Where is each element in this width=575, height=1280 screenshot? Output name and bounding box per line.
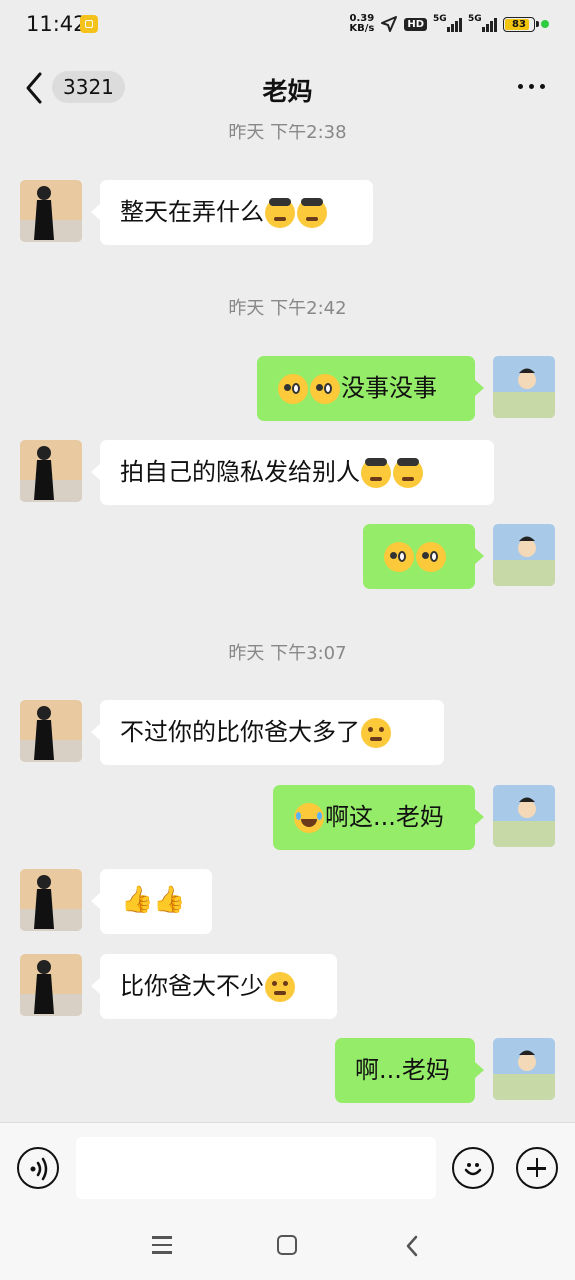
- home-square-icon[interactable]: [277, 1235, 297, 1255]
- facepalm-emoji-icon: [393, 457, 423, 488]
- avatar[interactable]: [493, 785, 555, 847]
- message-text: 不过你的比你爸大多了: [120, 718, 360, 746]
- voice-icon: [30, 1157, 48, 1181]
- shy-emoji-icon: [265, 971, 295, 1002]
- more-options-button[interactable]: [518, 84, 545, 89]
- message-text: 啊...老妈: [355, 1056, 450, 1084]
- network-speed: 0.39 KB/s: [349, 14, 374, 34]
- chat-title: 老妈: [262, 77, 313, 106]
- timestamp: 昨天 下午2:38: [228, 124, 347, 143]
- message-input[interactable]: [76, 1137, 436, 1199]
- message-list[interactable]: 昨天 下午2:38 整天在弄什么 昨天 下午2:42 没事没事 拍自己的隐私发给…: [0, 124, 575, 1122]
- shy-emoji-icon: [361, 717, 391, 748]
- more-dots-icon: [518, 84, 523, 89]
- message-bubble[interactable]: 拍自己的隐私发给别人: [91, 440, 494, 505]
- avatar[interactable]: [20, 180, 82, 242]
- hd-badge: HD: [404, 17, 427, 31]
- thumbs-up-emoji-icon: [153, 885, 185, 917]
- battery-icon: 83: [503, 16, 539, 32]
- wink-emoji-icon: [384, 541, 414, 572]
- thumbs-up-emoji-icon: [121, 885, 153, 917]
- avatar[interactable]: [20, 869, 82, 931]
- wink-emoji-icon: [310, 373, 340, 404]
- back-chevron-icon[interactable]: [404, 1234, 420, 1258]
- signal-label: 5G: [468, 14, 482, 24]
- message-text: 没事没事: [341, 374, 437, 402]
- emoji-button[interactable]: [452, 1147, 494, 1189]
- notification-app-icon: [80, 15, 98, 33]
- avatar[interactable]: [493, 524, 555, 586]
- laughing-tears-emoji-icon: [294, 802, 324, 833]
- signal-icon: 5G: [433, 14, 462, 32]
- message-text: 整天在弄什么: [120, 198, 264, 226]
- signal-label: 5G: [433, 14, 447, 24]
- facepalm-emoji-icon: [265, 197, 295, 228]
- wink-emoji-icon: [416, 541, 446, 572]
- avatar[interactable]: [20, 700, 82, 762]
- facepalm-emoji-icon: [361, 457, 391, 488]
- avatar[interactable]: [20, 440, 82, 502]
- voice-input-button[interactable]: [17, 1147, 59, 1189]
- timestamp: 昨天 下午3:07: [228, 643, 347, 664]
- message-bubble[interactable]: 比你爸大不少: [91, 954, 337, 1019]
- status-indicators: 0.39 KB/s HD 5G 5G 83: [349, 14, 549, 34]
- network-speed-unit: KB/s: [349, 23, 375, 34]
- message-bubble[interactable]: [91, 869, 212, 934]
- wink-emoji-icon: [278, 373, 308, 404]
- system-nav-bar: [0, 1212, 575, 1280]
- message-text: 啊这...老妈: [325, 803, 444, 831]
- avatar[interactable]: [493, 356, 555, 418]
- message-bubble[interactable]: 整天在弄什么: [91, 180, 373, 245]
- status-bar: 11:42 0.39 KB/s HD 5G 5G 83: [0, 0, 575, 52]
- message-text: 拍自己的隐私发给别人: [120, 458, 360, 486]
- message-bubble[interactable]: 没事没事: [257, 356, 484, 421]
- message-bubble[interactable]: 啊这...老妈: [273, 785, 484, 850]
- menu-icon[interactable]: [152, 1236, 172, 1254]
- facepalm-emoji-icon: [297, 197, 327, 228]
- chat-header: 3321 老妈: [0, 52, 575, 124]
- avatar[interactable]: [20, 954, 82, 1016]
- signal-icon: 5G: [468, 14, 497, 32]
- message-bubble[interactable]: 不过你的比你爸大多了: [91, 700, 444, 765]
- status-time: 11:42: [26, 12, 87, 36]
- smiley-icon: [464, 1163, 482, 1176]
- message-bubble[interactable]: 啊...老妈: [335, 1038, 484, 1103]
- timestamp: 昨天 下午2:42: [228, 298, 347, 319]
- message-text: 比你爸大不少: [120, 972, 264, 1000]
- location-arrow-icon: [381, 16, 398, 32]
- message-bubble[interactable]: [363, 524, 484, 589]
- avatar[interactable]: [493, 1038, 555, 1100]
- input-bar: [0, 1122, 575, 1213]
- more-functions-button[interactable]: [516, 1147, 558, 1189]
- privacy-indicator-dot: [541, 20, 549, 28]
- battery-level: 83: [512, 18, 526, 30]
